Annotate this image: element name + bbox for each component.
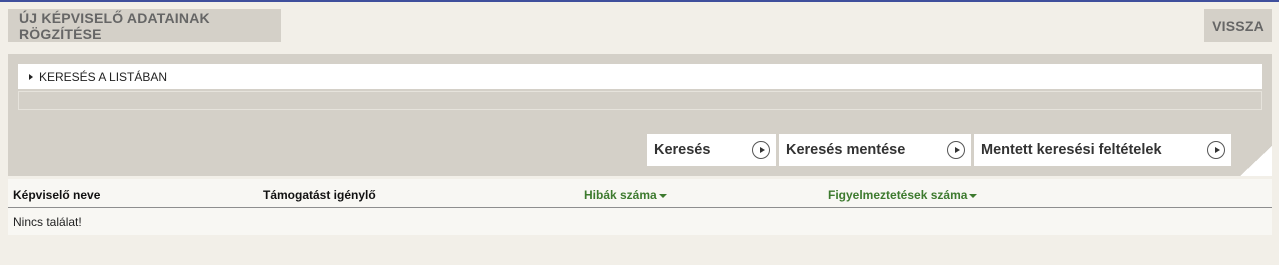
column-header-warning-count-label: Figyelmeztetések száma — [828, 188, 968, 202]
play-circle-icon — [752, 141, 770, 159]
empty-result-message: Nincs találat! — [13, 214, 82, 229]
new-representative-button[interactable]: ÚJ KÉPVISELŐ ADATAINAK RÖGZÍTÉSE — [8, 9, 281, 42]
save-search-button-label: Keresés mentése — [786, 142, 906, 158]
column-header-representative-name: Képviselő neve — [13, 188, 101, 202]
back-button[interactable]: VISSZA — [1204, 9, 1272, 42]
search-toggle-label: KERESÉS A LISTÁBAN — [39, 69, 168, 84]
sort-down-icon — [969, 193, 978, 198]
saved-search-criteria-button-label: Mentett keresési feltételek — [981, 142, 1162, 158]
empty-result-row: Nincs találat! — [8, 208, 1272, 235]
search-form-area — [18, 91, 1262, 110]
column-header-applicant: Támogatást igénylő — [263, 188, 376, 202]
search-panel: KERESÉS A LISTÁBAN Keresés Keresés menté… — [8, 54, 1272, 176]
panel-corner-fold — [1240, 146, 1272, 176]
save-search-button[interactable]: Keresés mentése — [779, 134, 971, 166]
table-header: Képviselő neve Támogatást igénylő Hibák … — [8, 179, 1272, 208]
results-table: Képviselő neve Támogatást igénylő Hibák … — [8, 179, 1272, 235]
column-header-warning-count[interactable]: Figyelmeztetések száma — [828, 188, 978, 202]
column-header-error-count[interactable]: Hibák száma — [584, 188, 667, 202]
saved-search-criteria-button[interactable]: Mentett keresési feltételek — [974, 134, 1231, 166]
search-button[interactable]: Keresés — [647, 134, 776, 166]
play-circle-icon — [947, 141, 965, 159]
caret-right-icon — [29, 73, 33, 80]
sort-down-icon — [658, 193, 667, 198]
search-toggle[interactable]: KERESÉS A LISTÁBAN — [18, 64, 1262, 89]
search-button-label: Keresés — [654, 142, 711, 158]
top-accent-line — [0, 0, 1279, 2]
play-circle-icon — [1207, 141, 1225, 159]
column-header-error-count-label: Hibák száma — [584, 188, 657, 202]
